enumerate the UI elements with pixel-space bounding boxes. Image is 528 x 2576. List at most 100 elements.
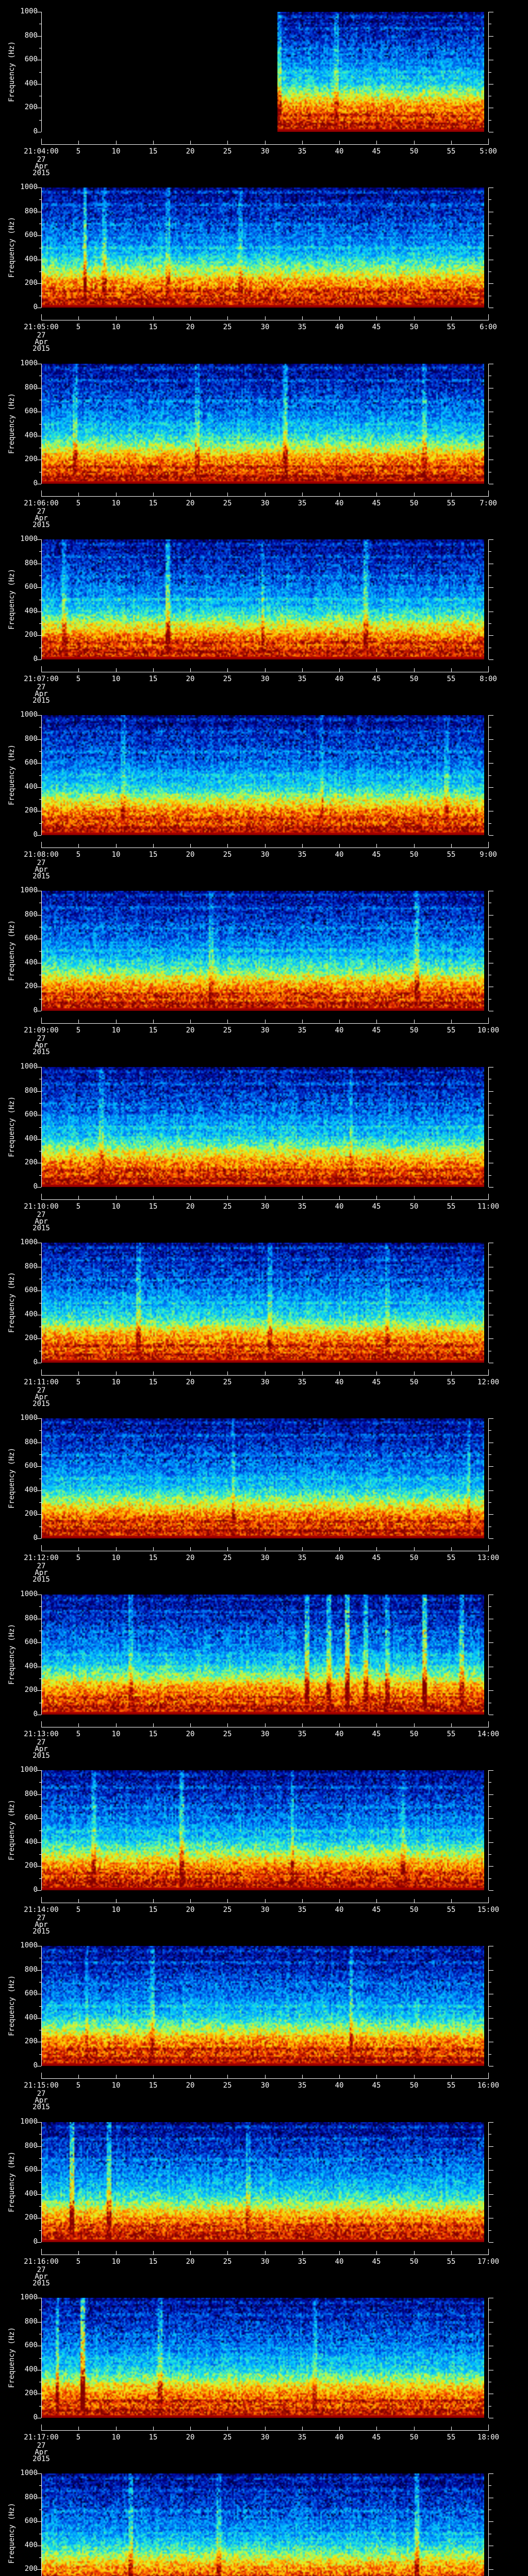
x-axis-tick xyxy=(153,1899,154,1903)
y-axis-tick xyxy=(39,1878,41,1879)
x-axis-tick xyxy=(302,1547,303,1551)
x-axis-tick xyxy=(414,1547,415,1551)
x-tick-label: 15 xyxy=(149,2082,158,2089)
x-axis-tick xyxy=(153,1371,154,1375)
x-axis-tick xyxy=(227,668,228,672)
x-axis-tick xyxy=(78,141,79,144)
y-axis-right-tick xyxy=(489,1782,491,1783)
x-tick-label: 5 xyxy=(76,675,80,683)
y-tick-label: 600 xyxy=(14,1638,38,1646)
y-axis-tick xyxy=(37,1538,41,1539)
x-tick-label: 25 xyxy=(223,1906,232,1913)
x-tick-label: 20 xyxy=(186,500,195,507)
x-end-time-label: 11:00 xyxy=(477,1203,499,1210)
y-tick-label: 1000 xyxy=(14,360,38,367)
x-tick-label: 35 xyxy=(298,1027,307,1034)
x-tick-label: 5 xyxy=(76,2434,80,2441)
x-axis-tick xyxy=(414,2427,415,2430)
x-tick-label: 45 xyxy=(372,851,381,858)
x-tick-label: 35 xyxy=(298,1203,307,1210)
x-tick-label: 45 xyxy=(372,675,381,683)
x-axis-tick xyxy=(227,1547,228,1551)
x-tick-label: 50 xyxy=(410,1027,419,1034)
x-axis-tick xyxy=(451,2427,452,2430)
x-tick-label: 5 xyxy=(76,148,80,155)
y-tick-label: 200 xyxy=(14,104,38,111)
x-axis-tick xyxy=(414,1371,415,1375)
x-axis-tick xyxy=(190,1547,191,1551)
y-axis-title: Frequency (Hz) xyxy=(8,569,15,630)
y-axis-tick xyxy=(39,2206,41,2207)
y-axis-tick xyxy=(37,1970,41,1971)
y-tick-label: 800 xyxy=(14,2318,38,2325)
x-axis-tick xyxy=(488,1545,489,1551)
x-end-time-label: 17:00 xyxy=(477,2258,499,2265)
y-axis-right-tick xyxy=(489,2473,493,2474)
x-axis-tick xyxy=(414,1020,415,1023)
x-tick-label: 10 xyxy=(112,2082,121,2089)
y-axis-title: Frequency (Hz) xyxy=(8,920,15,981)
x-axis-tick xyxy=(376,1547,377,1551)
y-tick-label: 400 xyxy=(14,1311,38,1318)
y-tick-label: 400 xyxy=(14,2541,38,2549)
x-tick-label: 55 xyxy=(447,2434,456,2441)
y-tick-label: 1000 xyxy=(14,2469,38,2477)
y-axis-line xyxy=(41,364,42,484)
x-axis-tick xyxy=(227,1371,228,1375)
x-tick-label: 50 xyxy=(410,2082,419,2089)
y-tick-label: 600 xyxy=(14,935,38,942)
y-axis-right-tick xyxy=(489,1127,491,1128)
y-axis-tick xyxy=(37,2242,41,2243)
x-axis-tick xyxy=(265,1020,266,1023)
x-axis-tick xyxy=(451,1899,452,1903)
x-tick-label: 40 xyxy=(335,500,344,507)
x-axis-tick xyxy=(227,1020,228,1023)
y-axis-tick xyxy=(39,424,41,425)
x-tick-label: 20 xyxy=(186,148,195,155)
x-axis-tick xyxy=(414,1196,415,1199)
x-tick-label: 45 xyxy=(372,2434,381,2441)
y-axis-tick xyxy=(37,635,41,636)
x-tick-label: 55 xyxy=(447,1379,456,1386)
y-tick-label: 800 xyxy=(14,2142,38,2149)
x-axis-tick xyxy=(302,316,303,320)
x-axis-tick xyxy=(488,2249,489,2255)
y-tick-label: 800 xyxy=(14,1790,38,1798)
y-tick-label: 200 xyxy=(14,1686,38,1693)
y-tick-label: 200 xyxy=(14,1862,38,1869)
x-axis-tick xyxy=(116,1723,117,1727)
x-axis-tick xyxy=(488,2073,489,2078)
x-tick-label: 10 xyxy=(112,2258,121,2265)
x-tick-label: 5 xyxy=(76,1379,80,1386)
y-axis-tick xyxy=(37,235,41,236)
y-axis-tick xyxy=(37,1338,41,1339)
y-axis-tick xyxy=(37,787,41,788)
y-axis-tick xyxy=(37,1091,41,1092)
x-axis-tick xyxy=(265,844,266,848)
y-axis-tick xyxy=(39,775,41,776)
x-axis-tick xyxy=(488,1721,489,1727)
y-axis-title: Frequency (Hz) xyxy=(8,41,15,102)
x-start-time-label: 21:10:00 xyxy=(24,1203,58,1210)
x-tick-label: 45 xyxy=(372,1027,381,1034)
x-tick-label: 15 xyxy=(149,324,158,331)
y-axis-tick xyxy=(39,1806,41,1807)
x-axis-tick xyxy=(488,1194,489,1199)
x-tick-label: 10 xyxy=(112,1731,121,1738)
y-tick-label: 0 xyxy=(14,1183,38,1190)
x-tick-label: 25 xyxy=(223,1027,232,1034)
x-tick-label: 50 xyxy=(410,2434,419,2441)
y-tick-label: 1000 xyxy=(14,887,38,894)
y-axis-tick xyxy=(39,575,41,576)
y-axis-tick xyxy=(39,1175,41,1176)
x-tick-label: 20 xyxy=(186,2082,195,2089)
y-axis-tick xyxy=(37,283,41,284)
y-axis-tick xyxy=(39,2158,41,2159)
x-axis-tick xyxy=(488,490,489,496)
x-axis-tick xyxy=(339,2251,340,2255)
x-tick-label: 45 xyxy=(372,1906,381,1913)
y-axis-right-tick xyxy=(489,1970,493,1971)
x-tick-label: 5 xyxy=(76,324,80,331)
x-tick-label: 25 xyxy=(223,1203,232,1210)
x-axis-tick xyxy=(153,1196,154,1199)
